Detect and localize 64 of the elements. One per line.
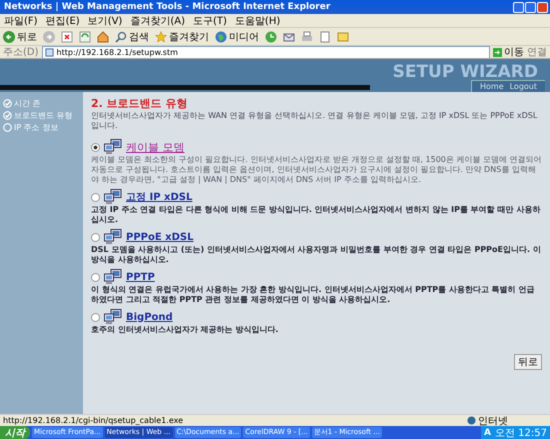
go-button[interactable]: 이동 — [493, 45, 524, 59]
media-button[interactable]: 미디어 — [215, 30, 259, 44]
menu-item[interactable]: 보기(V) — [88, 14, 122, 28]
star-icon — [155, 30, 167, 42]
computer-icon — [104, 189, 122, 205]
option-link[interactable]: 케이블 모뎀 — [126, 140, 184, 154]
back-arrow-icon — [3, 30, 15, 42]
go-arrow-icon — [493, 48, 502, 56]
section-heading: 2. 브로드밴드 유형 — [91, 96, 188, 111]
window-title: Networks | Web Management Tools - Microsoft Internet Explorer — [4, 2, 330, 12]
menu-item[interactable]: 즐겨찾기(A) — [130, 14, 185, 28]
option-link[interactable]: BigPond — [126, 312, 173, 322]
maximize-button[interactable] — [525, 2, 536, 12]
radio-button[interactable] — [91, 192, 100, 202]
favorites-button[interactable]: 즐겨찾기 — [155, 30, 209, 44]
address-field[interactable]: http://192.168.2.1/setupw.stm — [42, 46, 490, 58]
close-button[interactable] — [537, 2, 548, 12]
clock: 오전 12:57 — [495, 426, 547, 439]
computer-icon — [104, 269, 122, 285]
radio-button[interactable] — [91, 272, 100, 282]
back-button[interactable]: 뒤로 — [514, 354, 542, 370]
status-url: http://192.168.2.1/cgi-bin/qsetup_cable1.exe — [3, 416, 184, 425]
logout-link[interactable]: Logout — [510, 82, 537, 91]
globe-icon — [467, 416, 476, 425]
page-icon — [44, 48, 54, 56]
refresh-icon[interactable] — [79, 30, 91, 42]
option-description: 고정 IP 주소 연결 타입은 다른 형식에 비해 드문 방식입니다. 인터넷서비스사업자에서 변하지 않는 IP를 부여할 때만 사용하십시오. — [91, 205, 542, 225]
search-icon — [115, 30, 127, 42]
menu-item[interactable]: 도움말(H) — [234, 14, 280, 28]
links-label[interactable]: 연결 — [527, 45, 547, 59]
computer-icon — [104, 139, 122, 155]
option-description: 이 형식의 연결은 유럽국가에서 사용하는 가장 흔한 방식입니다. 인터넷서비스사업자에서 PPTP를 사용한다고 특별히 언급하였다면 그리고 적절한 PPTP 관련 정보를 제공하였다면 이 방식을 사용하십시오. — [91, 285, 536, 305]
radio-button[interactable] — [91, 142, 100, 152]
history-icon[interactable] — [265, 30, 277, 42]
address-label: 주소(D) — [3, 46, 39, 59]
search-button[interactable]: 검색 — [115, 30, 149, 44]
menu-item[interactable]: 도구(T) — [193, 14, 227, 28]
option-description: DSL 모뎀을 사용하시고 (또는) 인터넷서비스사업자에서 사용자명과 비밀번호를 부여한 경우 연결 타입은 PPPoE입니다. 이 방식을 사용하십시오. — [91, 245, 542, 265]
intro-text: 인터넷서비스사업자가 제공하는 WAN 연결 유형을 선택하십시오. 연결 유형은 케이블 모뎀, 고정 IP xDSL 또는 PPPoE xDSL 입니다. — [91, 111, 538, 131]
stop-icon[interactable] — [61, 30, 73, 42]
document-icon[interactable] — [319, 30, 331, 42]
option-description: 케이블 모뎀은 최소한의 구성이 필요합니다. 인터넷서비스사업자로 받은 개정으로 설정할 때, 1500은 케이블 모뎀에 연결되어 자동으로 구성됩니다. 호스트이름 입력은 옵션이며, 인터넷서비스사업자가 요구시에 설정이 필요합니다. 만약 DNS를 입력해야 하는 경우라면, "고급 설정 | WAN | DNS" 페이지에서 DNS 서버 IP 주소를 입력하십시오. — [91, 155, 542, 185]
radio-button[interactable] — [91, 232, 100, 242]
start-button[interactable]: 시작 — [0, 426, 30, 439]
option-link[interactable]: 고정 IP xDSL — [126, 190, 192, 204]
home-link[interactable]: Home — [480, 82, 504, 91]
home-icon[interactable] — [97, 30, 109, 42]
radio-button[interactable] — [91, 312, 100, 322]
mail-icon[interactable] — [283, 30, 295, 42]
minimize-button[interactable] — [513, 2, 524, 12]
option-link[interactable]: PPPoE xDSL — [126, 232, 194, 242]
option-description: 호주의 인터넷서비스사업자가 제공하는 방식입니다. — [91, 325, 280, 335]
folder-icon[interactable] — [337, 30, 349, 42]
computer-icon — [104, 229, 122, 245]
computer-icon — [104, 309, 122, 325]
menu-item[interactable]: 파일(F) — [4, 14, 38, 28]
option-link[interactable]: PPTP — [126, 272, 155, 282]
back-button[interactable]: 뒤로 — [3, 30, 37, 44]
menu-item[interactable]: 편집(E) — [46, 14, 80, 28]
printer-icon[interactable] — [301, 30, 313, 42]
forward-arrow-icon[interactable] — [43, 30, 55, 42]
banner-title: SETUP WIZARD — [392, 62, 538, 82]
globe-icon — [215, 30, 227, 42]
status-zone: 인터넷 — [467, 414, 547, 428]
